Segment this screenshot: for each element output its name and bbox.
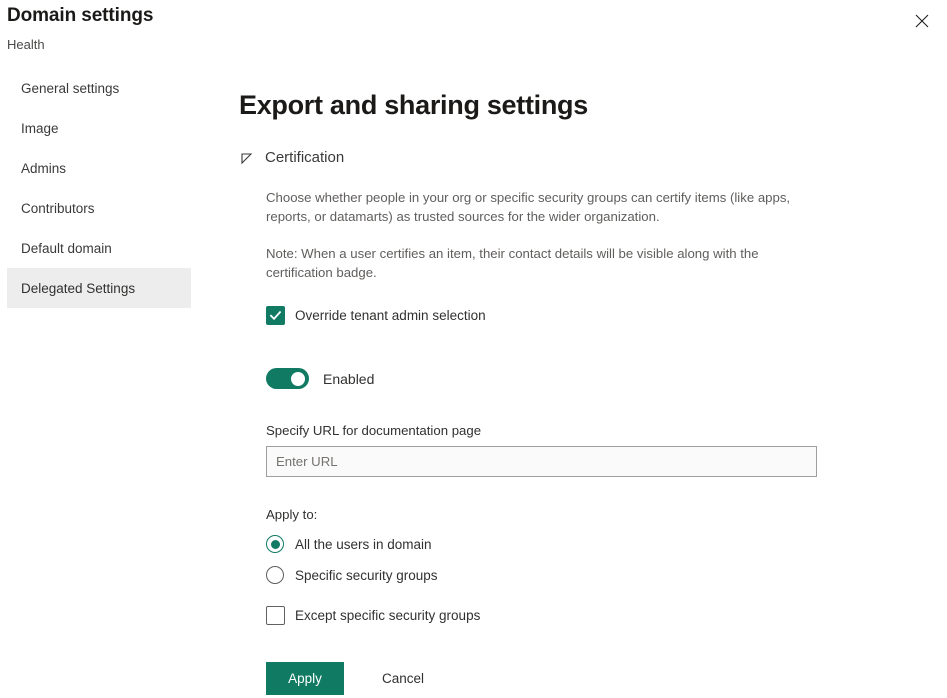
apply-to-label: Apply to: [266,507,929,522]
sidebar-item-contributors[interactable]: Contributors [7,188,191,228]
apply-button[interactable]: Apply [266,662,344,695]
sidebar-item-general-settings[interactable]: General settings [7,68,191,108]
certification-description: Choose whether people in your org or spe… [266,188,804,226]
main-heading: Export and sharing settings [239,90,929,121]
sidebar-item-label: Delegated Settings [21,281,135,296]
sidebar-item-label: Admins [21,161,66,176]
except-specific-security-groups-label: Except specific security groups [295,608,480,623]
sidebar-item-admins[interactable]: Admins [7,148,191,188]
sidebar-item-image[interactable]: Image [7,108,191,148]
enabled-toggle[interactable] [266,368,309,389]
sidebar-item-label: General settings [21,81,119,96]
documentation-url-label: Specify URL for documentation page [266,423,929,438]
close-icon [915,14,929,28]
sidebar-item-label: Contributors [21,201,95,216]
page-title: Domain settings [7,5,153,27]
sidebar-item-default-domain[interactable]: Default domain [7,228,191,268]
radio-row-specific-groups[interactable]: Specific security groups [266,566,438,584]
toggle-knob [291,372,305,386]
cancel-button[interactable]: Cancel [382,671,424,686]
certification-section-toggle[interactable]: Certification [239,149,344,166]
main-panel: Export and sharing settings Certificatio… [239,90,929,695]
override-tenant-admin-checkbox[interactable] [266,306,285,325]
radio-all-users-label: All the users in domain [295,537,432,552]
except-security-groups-row[interactable]: Except specific security groups [266,606,480,625]
section-title: Certification [265,149,344,166]
radio-specific-groups-label: Specific security groups [295,568,438,583]
enabled-toggle-row[interactable]: Enabled [266,368,374,389]
sidebar-item-label: Image [21,121,59,136]
radio-specific-security-groups[interactable] [266,566,284,584]
enabled-toggle-label: Enabled [323,371,374,387]
collapse-triangle-icon [239,151,253,165]
sidebar-item-delegated-settings[interactable]: Delegated Settings [7,268,191,308]
close-button[interactable] [905,4,939,38]
documentation-url-field-block: Specify URL for documentation page [266,423,929,477]
certification-note: Note: When a user certifies an item, the… [266,244,804,282]
radio-all-users-in-domain[interactable] [266,535,284,553]
override-tenant-admin-label: Override tenant admin selection [295,308,486,323]
form-actions: Apply Cancel [266,662,929,695]
sidebar-item-label: Default domain [21,241,112,256]
except-specific-security-groups-checkbox[interactable] [266,606,285,625]
override-tenant-admin-checkbox-row[interactable]: Override tenant admin selection [266,306,486,325]
page-subtitle: Health [7,37,45,52]
documentation-url-input[interactable] [266,446,817,477]
radio-row-all-users[interactable]: All the users in domain [266,535,432,553]
settings-sidebar: General settings Image Admins Contributo… [0,68,198,308]
certification-section-body: Choose whether people in your org or spe… [266,188,929,695]
